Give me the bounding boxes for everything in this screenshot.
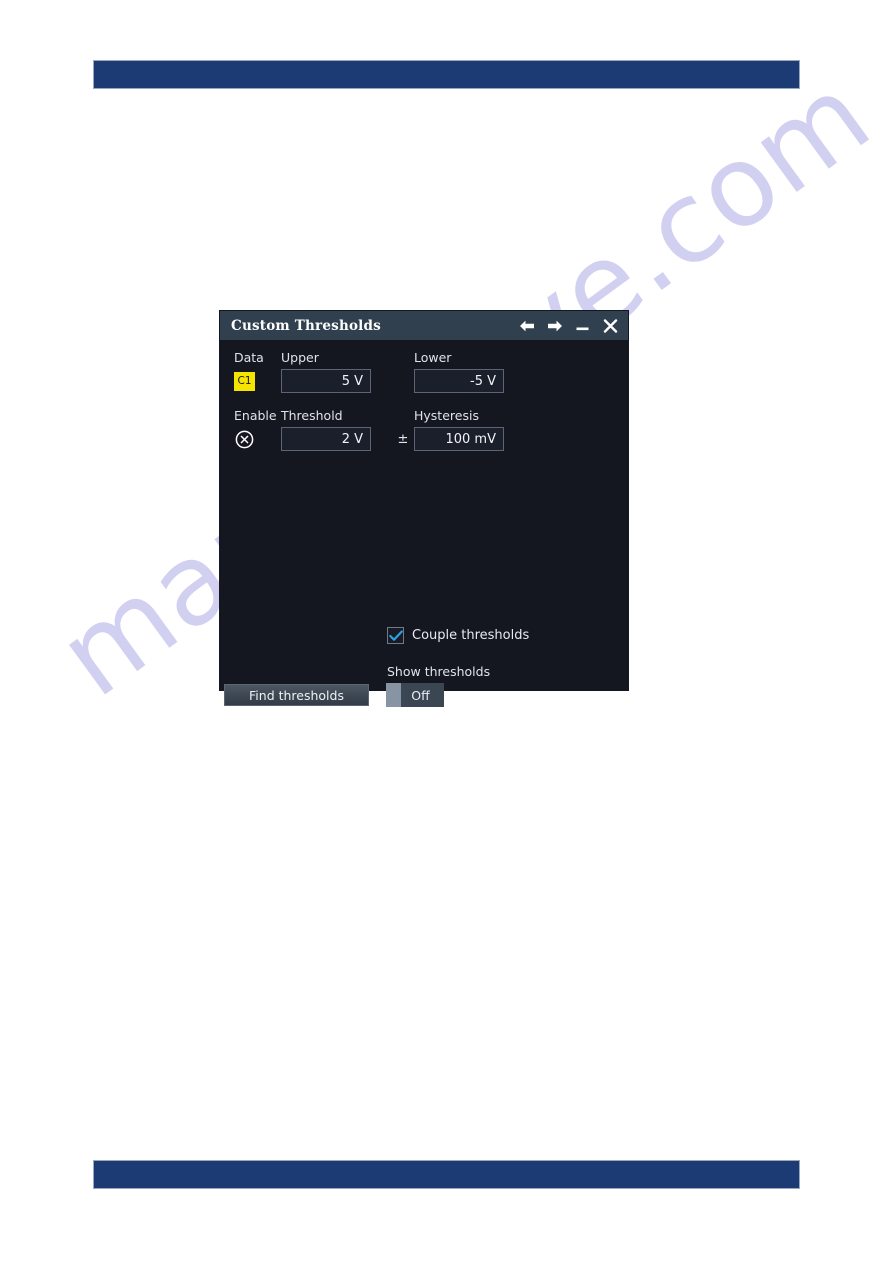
toggle-handle[interactable] (386, 683, 401, 707)
upper-threshold-input[interactable]: 5 V (281, 369, 371, 393)
couple-thresholds-checkbox[interactable] (387, 627, 404, 644)
data-label: Data (234, 350, 264, 365)
channel-badge-cell: C1 (234, 371, 281, 391)
lower-field-cell: -5 V (414, 369, 509, 393)
enable-toggle-cell (234, 429, 281, 450)
lower-label: Lower (414, 350, 452, 365)
upper-field-cell: 5 V (281, 369, 392, 393)
back-arrow-icon[interactable] (518, 317, 535, 334)
hysteresis-input[interactable]: 100 mV (414, 427, 504, 451)
close-icon[interactable] (602, 317, 619, 334)
dialog-body: Data Upper Lower C1 5 V -5 V Enable Thre… (220, 340, 628, 707)
threshold-input[interactable]: 2 V (281, 427, 371, 451)
row-threshold-hysteresis-fields: 2 V ± 100 mV (234, 427, 614, 451)
couple-thresholds-row[interactable]: Couple thresholds (387, 627, 529, 644)
threshold-label: Threshold (281, 408, 343, 423)
channel-badge-c1[interactable]: C1 (234, 371, 255, 391)
titlebar-icon-group (518, 317, 619, 334)
show-thresholds-label: Show thresholds (387, 664, 491, 679)
custom-thresholds-dialog: Custom Thresholds Data Upper Lower C1 5 … (220, 311, 628, 707)
forward-arrow-icon[interactable] (546, 317, 563, 334)
page-footer-bar (93, 1160, 800, 1189)
threshold-field-cell: 2 V (281, 427, 392, 451)
minimize-icon[interactable] (574, 317, 591, 334)
show-thresholds-toggle[interactable]: Off (386, 683, 444, 707)
plus-minus-symbol: ± (397, 431, 409, 447)
row-upper-lower-fields: C1 5 V -5 V (234, 369, 614, 393)
enable-label: Enable (234, 408, 277, 423)
toggle-state-label: Off (411, 687, 430, 703)
couple-thresholds-label: Couple thresholds (412, 628, 530, 643)
row-threshold-hysteresis-labels: Enable Threshold Hysteresis (234, 408, 614, 423)
upper-label: Upper (281, 350, 319, 365)
find-thresholds-button[interactable]: Find thresholds (224, 684, 369, 706)
hysteresis-field-cell: 100 mV (414, 427, 509, 451)
lower-threshold-input[interactable]: -5 V (414, 369, 504, 393)
dialog-titlebar[interactable]: Custom Thresholds (220, 311, 628, 340)
row-upper-lower-labels: Data Upper Lower (234, 350, 614, 365)
hysteresis-label: Hysteresis (414, 408, 479, 423)
dialog-title: Custom Thresholds (231, 317, 381, 334)
circle-x-icon[interactable] (234, 429, 255, 450)
page-header-bar (93, 60, 800, 89)
